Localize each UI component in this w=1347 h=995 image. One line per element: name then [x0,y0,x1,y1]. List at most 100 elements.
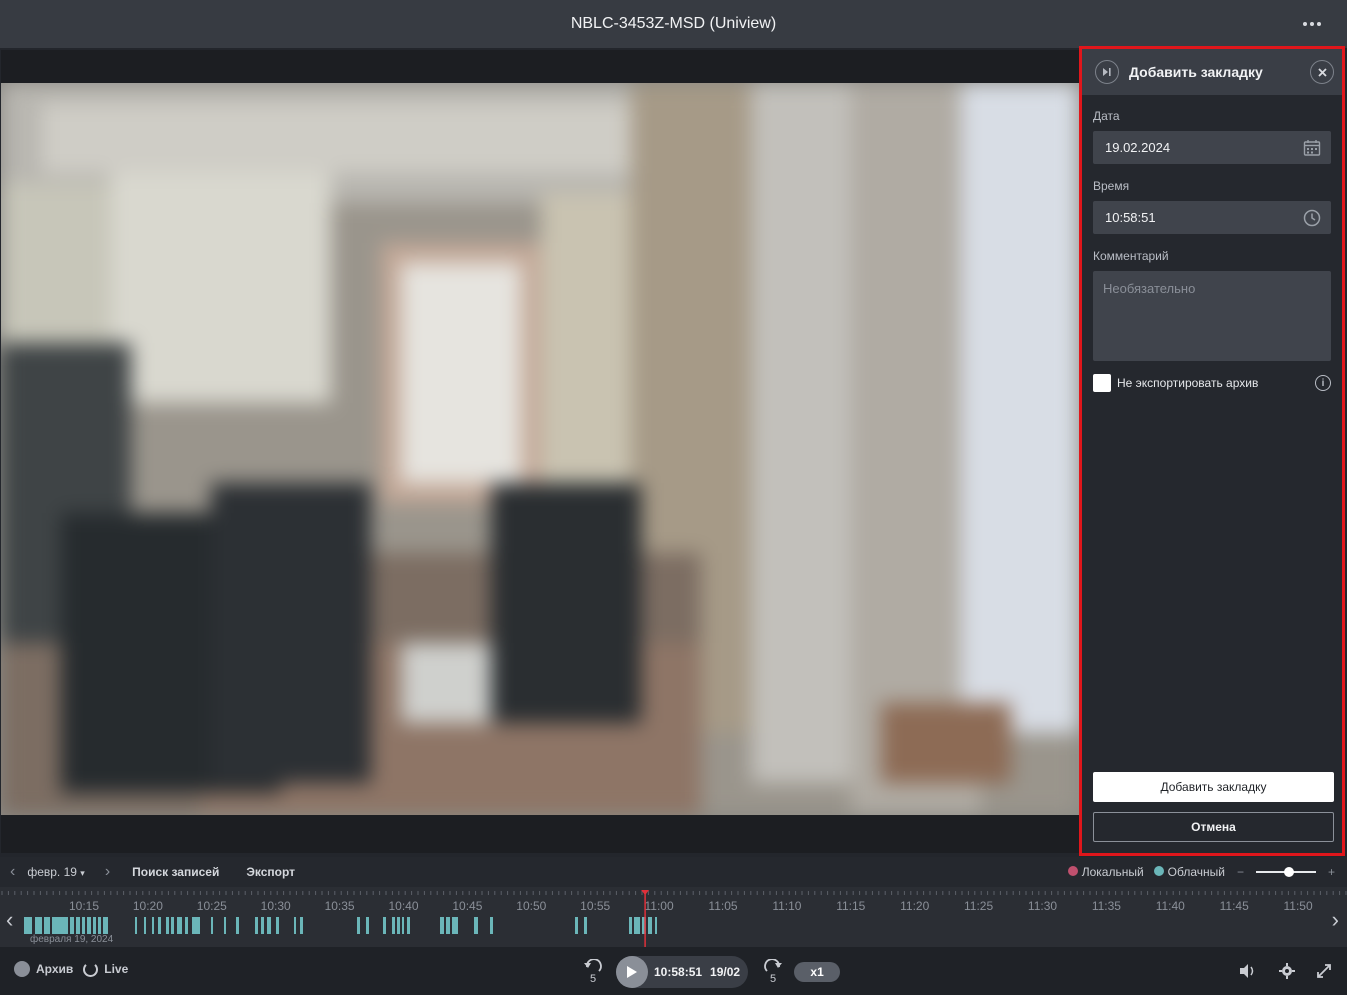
more-icon[interactable] [1299,12,1325,36]
recording-segment[interactable] [177,917,182,934]
recording-segment[interactable] [655,917,657,934]
player-controls: Архив Live 5 10:58:51 19/02 5 x1 [0,947,1347,995]
recording-segment[interactable] [440,917,444,934]
recording-segment[interactable] [135,917,137,934]
recording-segment[interactable] [166,917,169,934]
recording-segment[interactable] [24,917,32,934]
timeline-next-icon[interactable]: › [1332,907,1339,933]
timeline[interactable]: 10:15 10:20 10:25 10:30 10:35 10:40 10:45 10:50… [0,887,1347,947]
timeline-prev-icon[interactable]: ‹ [6,907,13,933]
rewind-icon[interactable]: 5 [582,958,604,985]
recording-segment[interactable] [224,917,226,934]
calendar-icon[interactable] [1303,139,1321,157]
recording-segment[interactable] [87,917,91,934]
recording-segment[interactable] [634,917,640,934]
chevron-left-icon[interactable]: ‹ [10,863,15,881]
comment-textarea[interactable]: Необязательно [1093,271,1331,361]
recording-segment[interactable] [261,917,264,934]
tick-label: 11:15 [836,899,865,913]
recording-segment[interactable] [52,917,68,934]
add-bookmark-button[interactable]: Добавить закладку [1093,772,1334,802]
recording-segment[interactable] [93,917,96,934]
recording-segment[interactable] [192,917,200,934]
recording-segment[interactable] [474,917,478,934]
live-icon[interactable] [83,961,99,977]
recording-segment[interactable] [276,917,279,934]
play-time-group: 10:58:51 19/02 [616,956,749,988]
rewind-seconds: 5 [589,973,597,985]
recording-segment[interactable] [490,917,493,934]
archive-icon[interactable] [14,961,30,977]
recording-segment[interactable] [158,917,161,934]
archive-button[interactable]: Архив [36,962,73,976]
recording-segment[interactable] [648,917,652,934]
video-viewport[interactable] [1,50,1079,853]
recording-segment[interactable] [366,917,369,934]
recording-segment[interactable] [255,917,258,934]
recording-segment[interactable] [44,917,50,934]
date-field[interactable]: 19.02.2024 [1093,131,1331,164]
timeline-legend: Локальный Облачный − + [1067,857,1335,887]
recording-segment[interactable] [392,917,395,934]
time-value: 10:58:51 [1105,210,1156,225]
zoom-knob[interactable] [1283,867,1294,877]
recording-segment[interactable] [452,917,458,934]
recording-segment[interactable] [185,917,188,934]
export-link[interactable]: Экспорт [246,865,295,879]
recording-segment[interactable] [575,917,578,934]
zoom-slider[interactable] [1255,867,1316,877]
recording-segment[interactable] [82,917,85,934]
panel-header: Добавить закладку [1082,49,1342,95]
recording-segment[interactable] [267,917,271,934]
recording-segment[interactable] [98,917,101,934]
live-button[interactable]: Live [104,962,128,976]
recording-segment[interactable] [300,917,303,934]
recording-segment[interactable] [236,917,239,934]
recording-segment[interactable] [407,917,410,934]
caret-down-icon: ▾ [80,868,85,878]
no-export-checkbox[interactable] [1093,374,1111,392]
recording-segment[interactable] [171,917,174,934]
tick-label: 11:10 [772,899,801,913]
recording-segment[interactable] [383,917,386,934]
zoom-in-button[interactable]: + [1328,865,1335,879]
volume-icon[interactable] [1239,963,1257,979]
recording-segment[interactable] [103,917,108,934]
skip-to-end-icon[interactable] [1095,60,1119,84]
tick-label: 11:30 [1028,899,1057,913]
recording-segment[interactable] [76,917,80,934]
date-selector[interactable]: февр. 19 ▾ [27,865,85,879]
video-frame [1,83,1079,815]
recording-segment[interactable] [446,917,450,934]
tick-label: 11:40 [1156,899,1185,913]
fullscreen-icon[interactable] [1317,964,1331,978]
zoom-out-button[interactable]: − [1237,865,1244,879]
close-icon[interactable] [1310,60,1334,84]
recording-segment[interactable] [397,917,400,934]
recording-segment[interactable] [70,917,74,934]
tick-label: 10:45 [452,899,482,913]
recording-segment[interactable] [402,917,404,934]
settings-icon[interactable] [1279,963,1295,979]
mode-switch: Архив Live [14,961,128,977]
speed-button[interactable]: x1 [794,962,841,982]
cancel-button[interactable]: Отмена [1093,812,1334,842]
timeline-track[interactable]: 10:15 10:20 10:25 10:30 10:35 10:40 10:45 10:50… [0,887,1347,947]
recording-segment[interactable] [584,917,587,934]
recording-segment[interactable] [35,917,42,934]
recording-segment[interactable] [294,917,296,934]
tick-label: 11:25 [964,899,993,913]
recording-segment[interactable] [629,917,632,934]
recording-segment[interactable] [152,917,154,934]
search-records-link[interactable]: Поиск записей [132,865,219,879]
recording-segment[interactable] [144,917,146,934]
chevron-right-icon[interactable]: › [105,863,110,881]
forward-icon[interactable]: 5 [762,958,784,985]
recording-segment[interactable] [357,917,360,934]
clock-icon[interactable] [1303,209,1321,227]
time-field[interactable]: 10:58:51 [1093,201,1331,234]
play-icon[interactable] [616,956,648,988]
info-icon[interactable]: i [1315,375,1331,391]
forward-seconds: 5 [770,973,777,985]
recording-segment[interactable] [211,917,213,934]
